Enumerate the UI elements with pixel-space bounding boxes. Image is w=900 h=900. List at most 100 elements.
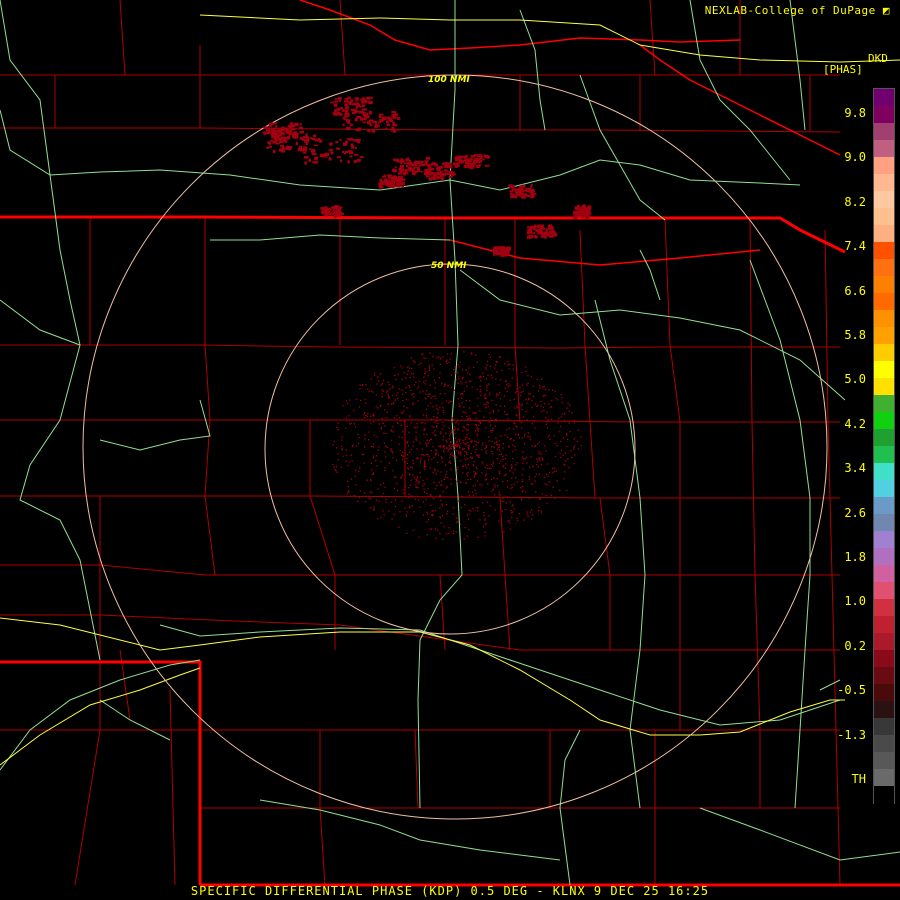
echo-cluster <box>459 159 463 162</box>
echo-speckle <box>462 448 464 450</box>
echo-speckle <box>361 384 364 386</box>
echo-speckle <box>457 444 459 446</box>
echo-speckle <box>466 385 468 387</box>
echo-speckle <box>450 441 452 443</box>
echo-cluster <box>361 104 366 107</box>
echo-speckle <box>408 486 410 489</box>
echo-speckle <box>552 389 554 391</box>
echo-speckle <box>515 433 517 435</box>
echo-speckle <box>451 421 453 423</box>
echo-speckle <box>392 426 394 428</box>
echo-speckle <box>364 416 366 419</box>
echo-cluster <box>586 211 591 215</box>
echo-cluster <box>440 170 443 173</box>
echo-speckle <box>426 477 428 480</box>
echo-speckle <box>530 375 533 378</box>
echo-speckle <box>477 441 480 443</box>
echo-speckle <box>474 354 477 356</box>
echo-speckle <box>493 484 496 486</box>
echo-cluster <box>350 99 354 102</box>
echo-speckle <box>382 422 384 424</box>
echo-speckle <box>424 383 426 385</box>
echo-speckle <box>364 398 366 401</box>
echo-speckle <box>433 379 436 381</box>
echo-speckle <box>371 468 373 471</box>
echo-speckle <box>441 503 443 505</box>
echo-speckle <box>497 485 499 487</box>
echo-speckle <box>413 426 415 428</box>
echo-speckle <box>419 461 422 463</box>
echo-speckle <box>466 434 468 436</box>
echo-speckle <box>527 382 529 385</box>
echo-speckle <box>450 483 452 485</box>
legend-swatch <box>874 259 894 277</box>
echo-speckle <box>416 426 418 428</box>
legend-swatch <box>874 565 894 583</box>
echo-speckle <box>424 373 426 375</box>
echo-speckle <box>488 383 490 385</box>
echo-cluster <box>291 128 296 131</box>
echo-speckle <box>434 382 437 384</box>
echo-speckle <box>337 459 339 461</box>
echo-cluster <box>452 173 456 176</box>
echo-cluster <box>541 227 546 230</box>
echo-speckle <box>500 435 502 437</box>
echo-speckle <box>467 372 469 374</box>
echo-speckle <box>377 376 379 378</box>
echo-speckle <box>474 440 476 442</box>
echo-speckle <box>412 460 414 462</box>
radar-map: 100 NMI 50 NMI <box>0 0 900 900</box>
echo-speckle <box>543 476 545 478</box>
echo-speckle <box>537 443 539 445</box>
echo-speckle <box>559 425 562 428</box>
echo-speckle <box>477 506 479 509</box>
echo-cluster <box>398 172 403 175</box>
echo-speckle <box>466 514 468 516</box>
echo-speckle <box>504 434 506 436</box>
echo-speckle <box>473 465 475 467</box>
echo-speckle <box>407 468 410 470</box>
echo-cluster <box>548 235 554 238</box>
echo-speckle <box>559 431 561 433</box>
echo-speckle <box>464 504 466 506</box>
echo-speckle <box>513 508 515 510</box>
legend-swatch <box>874 106 894 124</box>
echo-speckle <box>427 405 429 407</box>
echo-speckle <box>550 418 552 420</box>
echo-speckle <box>415 481 417 483</box>
echo-speckle <box>507 520 509 522</box>
echo-speckle <box>447 385 449 387</box>
echo-speckle <box>457 521 459 523</box>
echo-speckle <box>384 467 386 469</box>
echo-speckle <box>467 442 469 444</box>
echo-speckle <box>464 526 466 529</box>
echo-speckle <box>534 445 537 447</box>
echo-cluster <box>530 184 533 186</box>
echo-speckle <box>512 504 514 506</box>
echo-speckle <box>440 471 442 473</box>
echo-speckle <box>352 409 355 412</box>
legend-swatch <box>874 497 894 515</box>
echo-cluster <box>441 177 445 181</box>
echo-speckle <box>521 474 523 476</box>
echo-speckle <box>545 450 547 452</box>
echo-speckle <box>440 455 443 458</box>
echo-speckle <box>488 467 491 469</box>
echo-speckle <box>437 409 439 411</box>
echo-speckle <box>387 403 389 405</box>
echo-speckle <box>428 459 430 461</box>
echo-speckle <box>407 370 409 372</box>
echo-speckle <box>426 445 428 448</box>
echo-cluster <box>263 126 269 129</box>
echo-cluster <box>406 157 410 160</box>
echo-speckle <box>430 450 432 452</box>
echo-cluster <box>400 158 404 162</box>
echo-speckle <box>492 411 494 413</box>
echo-speckle <box>445 447 448 449</box>
echo-speckle <box>556 480 558 482</box>
echo-speckle <box>469 417 471 419</box>
echo-speckle <box>468 367 470 369</box>
echo-speckle <box>422 353 424 355</box>
echo-speckle <box>398 417 401 419</box>
echo-speckle <box>547 475 549 477</box>
